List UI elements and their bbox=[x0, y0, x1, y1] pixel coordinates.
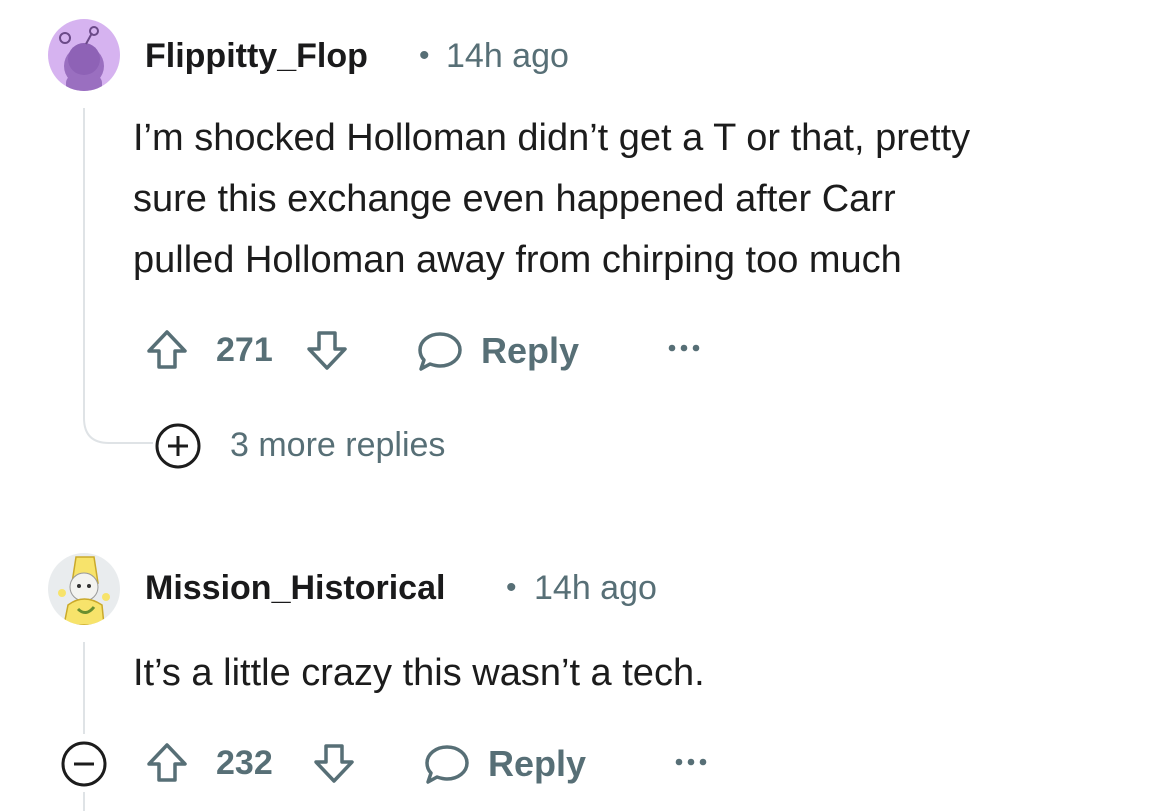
banana-snoo-avatar-icon[interactable] bbox=[48, 553, 120, 625]
more-replies-button[interactable]: 3 more replies bbox=[153, 420, 483, 470]
comment-body-line: pulled Holloman away from chirping too m… bbox=[133, 239, 902, 281]
comment-body-line: It’s a little crazy this wasn’t a tech. bbox=[133, 652, 705, 694]
arrow-down-outline-icon bbox=[314, 744, 354, 783]
username[interactable]: Mission_Historical bbox=[145, 569, 445, 608]
timestamp: 14h ago bbox=[446, 37, 569, 75]
arrow-up-outline-icon bbox=[147, 330, 187, 369]
ellipsis-icon bbox=[668, 344, 700, 352]
meta-separator: • bbox=[419, 39, 430, 72]
speech-bubble-icon bbox=[425, 745, 469, 784]
arrow-up-outline-icon bbox=[147, 743, 187, 782]
comment-body-line: sure this exchange even happened after C… bbox=[133, 178, 896, 220]
reply-button[interactable]: Reply bbox=[416, 326, 596, 374]
username[interactable]: Flippitty_Flop bbox=[145, 37, 368, 76]
plus-circle-icon bbox=[155, 423, 201, 469]
downvote-button[interactable] bbox=[311, 740, 357, 786]
upvote-button[interactable] bbox=[144, 740, 190, 786]
reply-label: Reply bbox=[481, 330, 580, 371]
timestamp: 14h ago bbox=[534, 569, 657, 607]
speech-bubble-icon bbox=[418, 332, 462, 371]
meta-separator: • bbox=[506, 571, 517, 604]
ellipsis-icon bbox=[675, 758, 707, 766]
vote-count: 232 bbox=[216, 744, 273, 782]
overflow-menu-button[interactable] bbox=[666, 340, 702, 356]
comment-body: It’s a little crazy this wasn’t a tech. bbox=[133, 643, 1143, 704]
arrow-down-outline-icon bbox=[307, 331, 347, 370]
downvote-button[interactable] bbox=[304, 327, 350, 373]
minus-circle-icon bbox=[61, 741, 107, 787]
collapse-thread-button[interactable] bbox=[59, 739, 109, 789]
comment-body-line: I’m shocked Holloman didn’t get a T or t… bbox=[133, 117, 971, 159]
more-replies-label: 3 more replies bbox=[230, 426, 446, 464]
thread-line[interactable] bbox=[83, 792, 85, 811]
overflow-menu-button[interactable] bbox=[673, 754, 709, 770]
upvote-button[interactable] bbox=[144, 327, 190, 373]
reply-label: Reply bbox=[488, 743, 587, 784]
thread-line[interactable] bbox=[83, 642, 85, 734]
reply-button[interactable]: Reply bbox=[423, 739, 603, 787]
vote-count: 271 bbox=[216, 331, 273, 369]
thread-branch bbox=[83, 400, 153, 444]
comment-body: I’m shocked Holloman didn’t get a T or t… bbox=[133, 108, 1143, 291]
snoo-avatar-icon[interactable] bbox=[48, 19, 120, 91]
thread-line[interactable] bbox=[83, 108, 85, 408]
